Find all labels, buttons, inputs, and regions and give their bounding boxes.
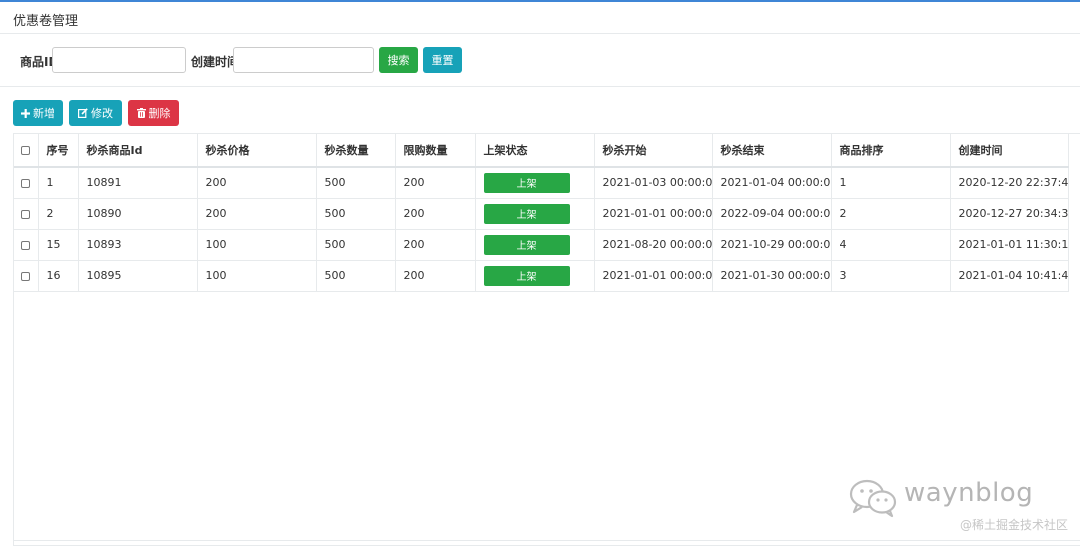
cell-index: 16 — [38, 260, 79, 292]
edit-icon — [78, 108, 88, 118]
row-checkbox[interactable] — [21, 178, 31, 188]
trash-icon — [136, 108, 146, 118]
cell-start: 2021-01-03 00:00:00 — [594, 167, 713, 199]
cell-created: 2020-12-20 22:37:44 — [950, 167, 1069, 199]
select-all-cell — [14, 134, 39, 168]
row-checkbox[interactable] — [21, 240, 31, 250]
cell-limit: 200 — [395, 260, 476, 292]
row-select-cell — [14, 198, 39, 230]
cell-start: 2021-08-20 00:00:00 — [594, 229, 713, 261]
row-checkbox[interactable] — [21, 271, 31, 281]
cell-sort: 3 — [831, 260, 951, 292]
search-form: 商品ID 创建时间 搜索 重置 — [0, 35, 1080, 87]
watermark-sub: @稀土掘金技术社区 — [959, 518, 1068, 532]
cell-index: 2 — [38, 198, 79, 230]
row-select-cell — [14, 229, 39, 261]
cell-price: 100 — [197, 229, 317, 261]
cell-created: 2021-01-01 11:30:13 — [950, 229, 1069, 261]
reset-button[interactable]: 重置 — [423, 47, 462, 73]
cell-start: 2021-01-01 00:00:00 — [594, 198, 713, 230]
delete-button[interactable]: 删除 — [128, 100, 179, 126]
cell-quantity: 500 — [316, 167, 396, 199]
header-product-id[interactable]: 秒杀商品Id — [78, 134, 198, 168]
cell-created: 2021-01-04 10:41:43 — [950, 260, 1069, 292]
add-button[interactable]: 新增 — [13, 100, 63, 126]
watermark-name: waynblog — [904, 478, 1034, 508]
watermark: waynblog @稀土掘金技术社区 — [838, 478, 1068, 538]
table-header-row: 序号 秒杀商品Id 秒杀价格 秒杀数量 限购数量 上架状态 秒杀开始 秒杀结束 … — [14, 134, 1069, 168]
seckill-table: 序号 秒杀商品Id 秒杀价格 秒杀数量 限购数量 上架状态 秒杀开始 秒杀结束 … — [14, 134, 1069, 292]
wechat-icon — [849, 479, 897, 518]
plus-icon — [21, 108, 30, 118]
select-all-checkbox[interactable] — [21, 146, 31, 155]
cell-status: 上架 — [475, 167, 595, 199]
cell-quantity: 500 — [316, 229, 396, 261]
cell-quantity: 500 — [316, 260, 396, 292]
header-status[interactable]: 上架状态 — [475, 134, 595, 168]
header-end[interactable]: 秒杀结束 — [712, 134, 832, 168]
page-header: 优惠卷管理 — [0, 2, 1080, 34]
action-toolbar: 新增 修改 删除 — [0, 100, 1080, 126]
header-sort[interactable]: 商品排序 — [831, 134, 951, 168]
header-created[interactable]: 创建时间 — [950, 134, 1069, 168]
cell-index: 1 — [38, 167, 79, 199]
cell-sort: 2 — [831, 198, 951, 230]
cell-status: 上架 — [475, 229, 595, 261]
cell-price: 200 — [197, 167, 317, 199]
delete-button-label: 删除 — [148, 107, 171, 120]
cell-quantity: 500 — [316, 198, 396, 230]
header-start[interactable]: 秒杀开始 — [594, 134, 713, 168]
cell-limit: 200 — [395, 198, 476, 230]
table-row[interactable]: 2 10890 200 500 200 上架 2021-01-01 00:00:… — [14, 198, 1069, 230]
header-limit[interactable]: 限购数量 — [395, 134, 476, 168]
cell-sort: 1 — [831, 167, 951, 199]
product-id-input[interactable] — [52, 47, 186, 73]
header-price[interactable]: 秒杀价格 — [197, 134, 317, 168]
cell-product-id: 10895 — [78, 260, 198, 292]
page-title: 优惠卷管理 — [13, 14, 79, 29]
cell-price: 100 — [197, 260, 317, 292]
cell-start: 2021-01-01 00:00:00 — [594, 260, 713, 292]
cell-end: 2021-10-29 00:00:00 — [712, 229, 832, 261]
cell-created: 2020-12-27 20:34:38 — [950, 198, 1069, 230]
status-button[interactable]: 上架 — [483, 234, 570, 255]
cell-sort: 4 — [831, 229, 951, 261]
table-row[interactable]: 1 10891 200 500 200 上架 2021-01-03 00:00:… — [14, 167, 1069, 199]
table-row[interactable]: 15 10893 100 500 200 上架 2021-08-20 00:00… — [14, 229, 1069, 261]
cell-index: 15 — [38, 229, 79, 261]
cell-limit: 200 — [395, 229, 476, 261]
cell-product-id: 10890 — [78, 198, 198, 230]
cell-product-id: 10893 — [78, 229, 198, 261]
table-row[interactable]: 16 10895 100 500 200 上架 2021-01-01 00:00… — [14, 260, 1069, 292]
row-select-cell — [14, 167, 39, 199]
cell-end: 2021-01-04 00:00:00 — [712, 167, 832, 199]
created-time-input[interactable] — [233, 47, 374, 73]
cell-limit: 200 — [395, 167, 476, 199]
table-bottom-border — [13, 540, 1080, 541]
search-button[interactable]: 搜索 — [379, 47, 418, 73]
add-button-label: 新增 — [33, 107, 55, 120]
status-button[interactable]: 上架 — [483, 172, 570, 193]
cell-price: 200 — [197, 198, 317, 230]
row-select-cell — [14, 260, 39, 292]
header-index[interactable]: 序号 — [38, 134, 79, 168]
edit-button[interactable]: 修改 — [69, 100, 122, 126]
cell-status: 上架 — [475, 198, 595, 230]
cell-end: 2021-01-30 00:00:00 — [712, 260, 832, 292]
created-time-label: 创建时间 — [191, 55, 240, 69]
row-checkbox[interactable] — [21, 209, 31, 219]
cell-product-id: 10891 — [78, 167, 198, 199]
status-button[interactable]: 上架 — [483, 265, 570, 286]
cell-end: 2022-09-04 00:00:00 — [712, 198, 832, 230]
header-quantity[interactable]: 秒杀数量 — [316, 134, 396, 168]
cell-status: 上架 — [475, 260, 595, 292]
status-button[interactable]: 上架 — [483, 203, 570, 224]
edit-button-label: 修改 — [91, 107, 113, 120]
